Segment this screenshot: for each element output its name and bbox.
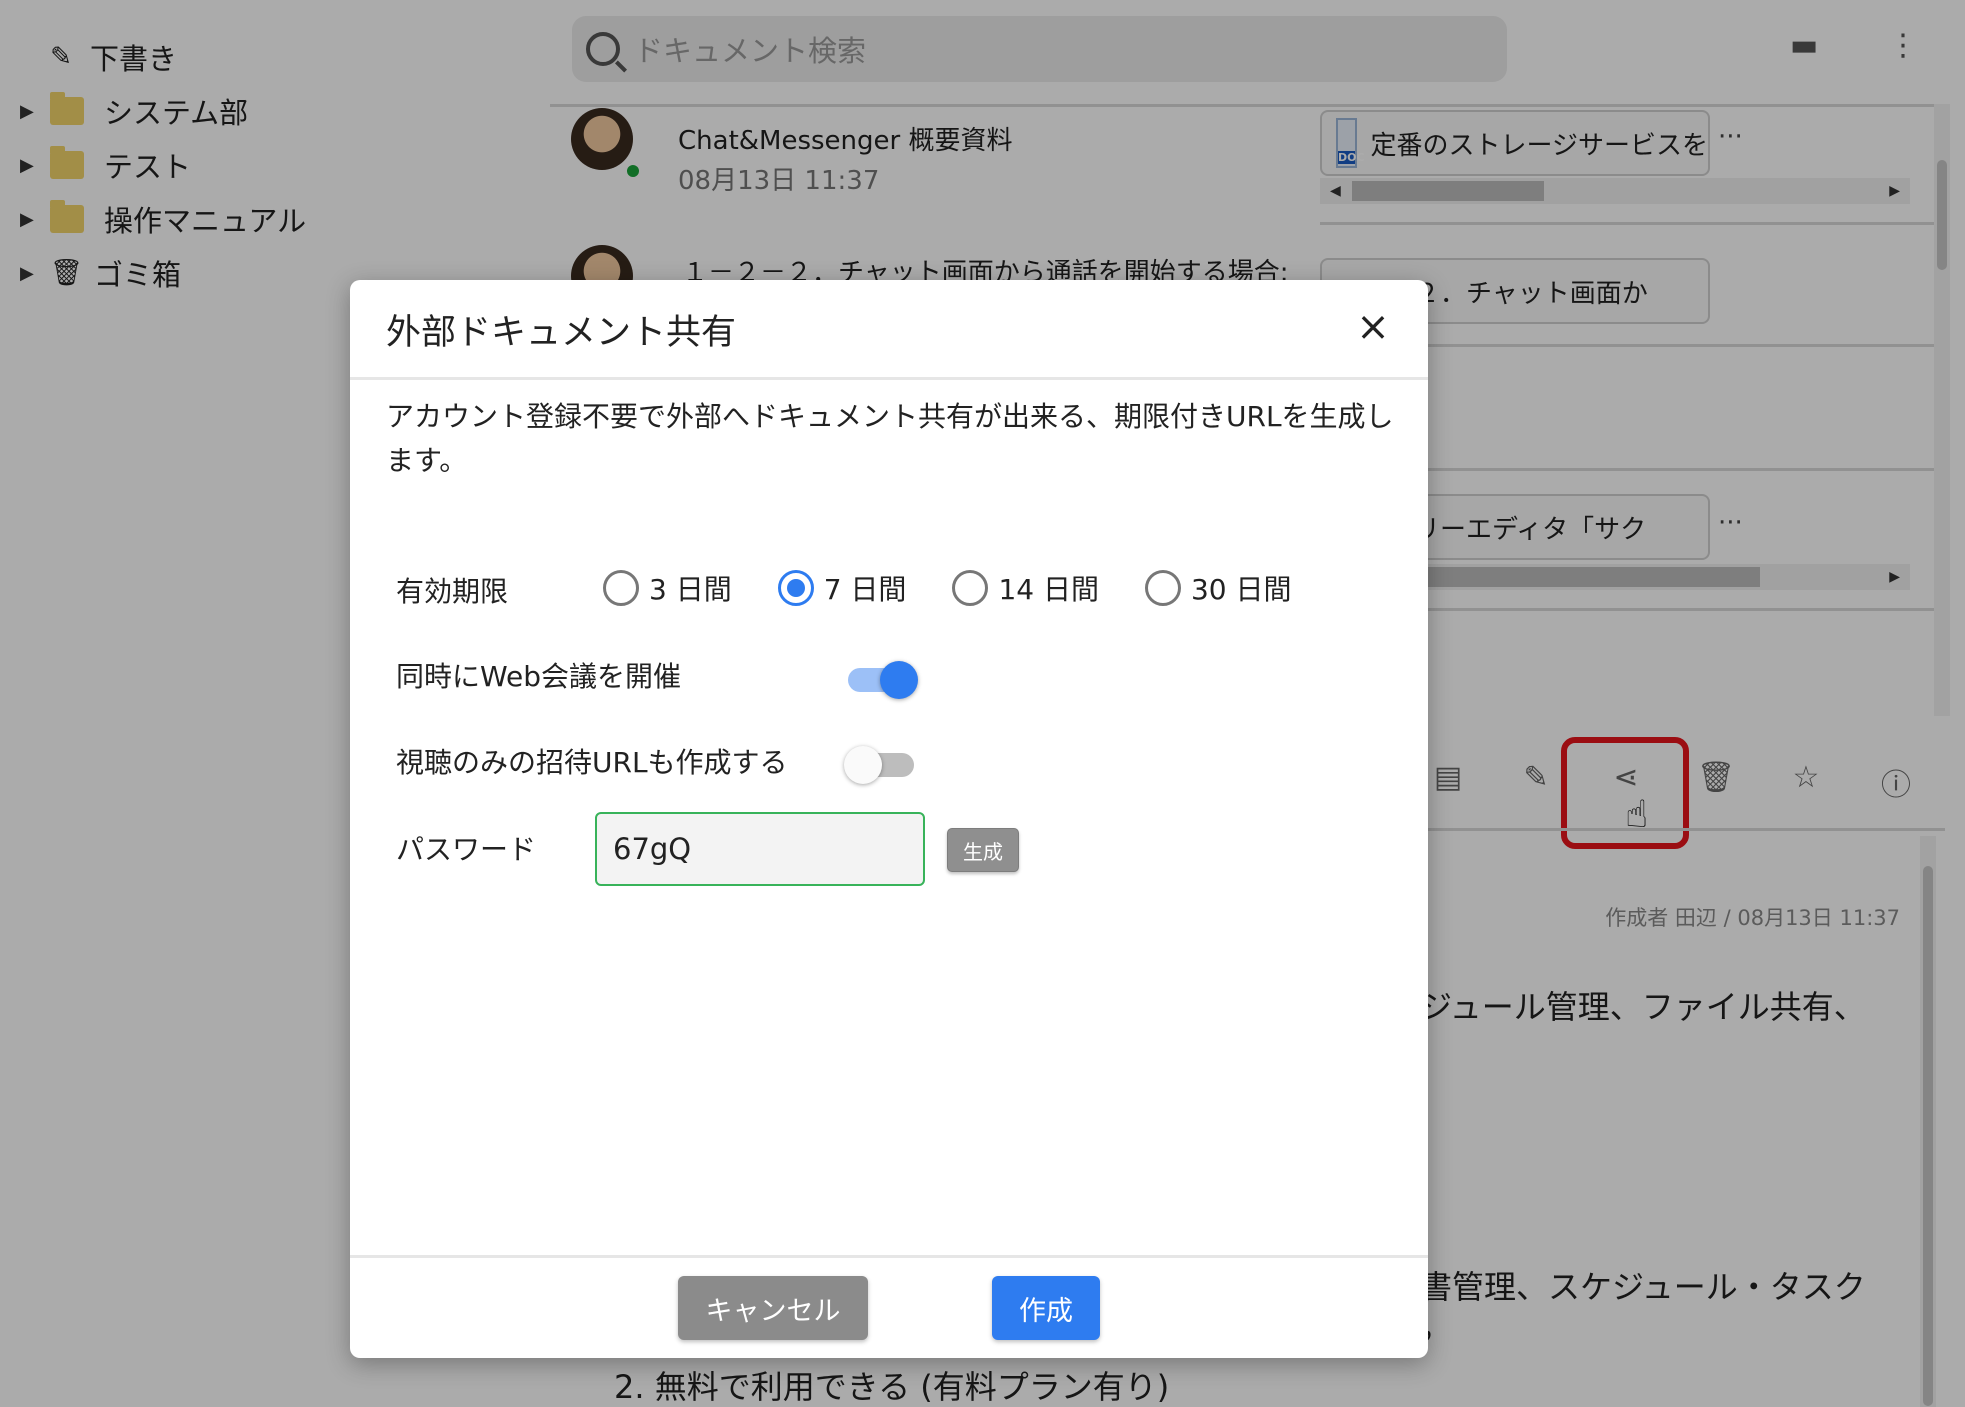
- radio-unchecked-icon[interactable]: [603, 570, 639, 606]
- generate-password-button[interactable]: 生成: [947, 828, 1019, 872]
- dialog-description: アカウント登録不要で外部へドキュメント共有が出来る、期限付きURLを生成します。: [386, 400, 1394, 477]
- expiry-option-3[interactable]: 3 日間: [603, 568, 732, 608]
- expiry-label: 有効期限: [396, 575, 509, 608]
- password-field[interactable]: [595, 812, 925, 886]
- close-button[interactable]: ×: [1348, 302, 1398, 352]
- view-only-label: 視聴のみの招待URLも作成する: [396, 746, 788, 779]
- radio-unchecked-icon[interactable]: [952, 570, 989, 606]
- create-button[interactable]: 作成: [992, 1276, 1100, 1340]
- toggle-knob[interactable]: [880, 661, 918, 699]
- web-meeting-label: 同時にWeb会議を開催: [396, 660, 682, 693]
- expiry-option-14[interactable]: 14 日間: [952, 568, 1099, 608]
- dialog-footer: キャンセル 作成: [350, 1255, 1428, 1358]
- dialog-title: 外部ドキュメント共有: [386, 313, 737, 353]
- web-meeting-toggle[interactable]: [848, 661, 918, 699]
- dialog-header: 外部ドキュメント共有 ×: [350, 280, 1428, 380]
- radio-checked-icon[interactable]: [777, 570, 814, 606]
- password-label: パスワード: [396, 833, 537, 866]
- toggle-knob[interactable]: [844, 746, 882, 784]
- expiry-option-7[interactable]: 7 日間: [777, 568, 906, 608]
- expiry-radio-group: 3 日間 7 日間 14 日間 30 日間: [603, 568, 1338, 608]
- radio-unchecked-icon[interactable]: [1144, 570, 1181, 606]
- view-only-toggle[interactable]: [844, 746, 914, 784]
- expiry-option-30[interactable]: 30 日間: [1144, 568, 1292, 608]
- cancel-button[interactable]: キャンセル: [678, 1276, 868, 1340]
- external-share-dialog: 外部ドキュメント共有 × アカウント登録不要で外部へドキュメント共有が出来る、期…: [350, 280, 1428, 1358]
